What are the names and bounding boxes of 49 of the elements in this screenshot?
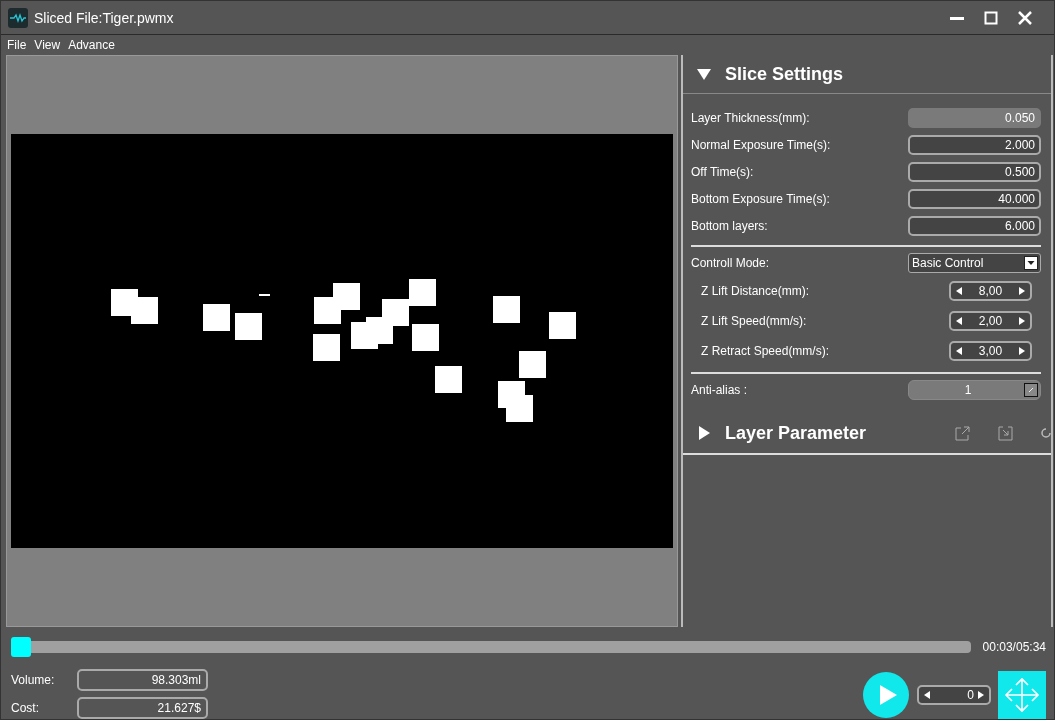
right-arrow-icon[interactable] <box>1019 317 1025 325</box>
number-spinner[interactable]: 3,00 <box>949 341 1032 361</box>
field-label: Anti-alias : <box>691 382 748 397</box>
field-label: Off Time(s): <box>691 164 754 179</box>
field-label: Layer Thickness(mm): <box>691 110 810 125</box>
stat-value-field: 98.303ml <box>77 669 208 691</box>
expand-triangle-icon[interactable] <box>697 426 711 440</box>
input-field[interactable]: 0.500 <box>908 161 1041 182</box>
dropdown-caret-icon[interactable] <box>1024 255 1038 270</box>
left-arrow-icon[interactable] <box>956 347 962 355</box>
layer-slider[interactable] <box>11 637 971 657</box>
left-arrow-icon[interactable] <box>956 287 962 295</box>
field-label: Z Retract Speed(mm/s): <box>701 344 830 358</box>
right-arrow-icon[interactable] <box>978 691 984 699</box>
layer-spinner[interactable]: 0 <box>917 685 991 705</box>
stat-value-field: 21.627$ <box>77 697 208 719</box>
field-label: Bottom Exposure Time(s): <box>691 191 830 206</box>
maximize-icon[interactable] <box>983 9 999 26</box>
menu-item[interactable]: File <box>7 38 27 52</box>
input-field[interactable]: 40.000 <box>908 188 1041 209</box>
field-label: Z Lift Distance(mm): <box>701 284 809 298</box>
field-label: Controll Mode: <box>691 255 770 270</box>
stat-label: Volume: <box>11 673 56 687</box>
number-spinner[interactable]: 8,00 <box>949 281 1032 301</box>
app-logo-icon <box>8 7 28 28</box>
section-title: Slice Settings <box>725 63 844 85</box>
play-button[interactable] <box>863 672 909 718</box>
right-arrow-icon[interactable] <box>1019 347 1025 355</box>
field-label: Normal Exposure Time(s): <box>691 137 831 152</box>
section-title: Layer Parameter <box>725 422 867 444</box>
left-arrow-icon[interactable] <box>956 317 962 325</box>
menu-item[interactable]: View <box>34 38 61 52</box>
number-spinner[interactable]: 2,00 <box>949 311 1032 331</box>
close-icon[interactable] <box>1017 9 1033 26</box>
field-label: Bottom layers: <box>691 218 768 233</box>
slider-thumb[interactable] <box>11 637 31 657</box>
input-field[interactable]: 6.000 <box>908 215 1041 236</box>
mode-dropdown[interactable]: Basic Control <box>908 252 1041 273</box>
left-arrow-icon[interactable] <box>924 691 930 699</box>
collapse-triangle-icon[interactable] <box>697 67 711 81</box>
window-title: Sliced File:Tiger.pwmx <box>34 9 174 26</box>
export-icon[interactable] <box>955 425 970 441</box>
time-label: 00:03/05:34 <box>982 640 1046 654</box>
right-arrow-icon[interactable] <box>1019 287 1025 295</box>
field-label: Z Lift Speed(mm/s): <box>701 314 807 328</box>
menu-item[interactable]: Advance <box>68 38 115 52</box>
input-field[interactable]: 2.000 <box>908 134 1041 155</box>
stat-label: Cost: <box>11 701 40 715</box>
import-icon[interactable] <box>998 425 1013 441</box>
